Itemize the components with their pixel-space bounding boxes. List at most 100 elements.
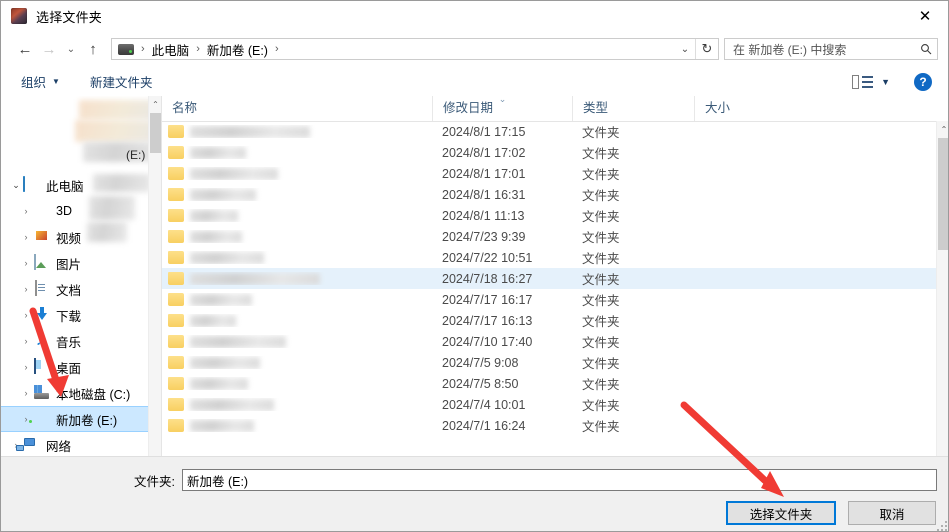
drive-icon bbox=[33, 411, 51, 427]
chevron-right-icon[interactable]: › bbox=[19, 232, 33, 242]
chevron-down-icon: ▼ bbox=[52, 77, 60, 86]
sidebar-item-6[interactable]: › ♪ 音乐 bbox=[1, 328, 148, 354]
folder-icon bbox=[168, 209, 184, 222]
column-header-name[interactable]: 名称 bbox=[162, 96, 432, 121]
column-header-date[interactable]: ⌄ 修改日期 bbox=[432, 96, 572, 121]
recent-locations-icon[interactable]: ⌄ bbox=[61, 37, 81, 61]
sidebar-item-5[interactable]: › 下载 bbox=[1, 302, 148, 328]
column-header-size[interactable]: 大小 bbox=[694, 96, 794, 121]
table-row[interactable]: 2024/7/10 17:40 文件夹 bbox=[162, 331, 936, 352]
redacted-file-name bbox=[190, 314, 236, 327]
chevron-right-icon[interactable]: › bbox=[19, 362, 33, 372]
table-row[interactable]: 2024/7/22 10:51 文件夹 bbox=[162, 247, 936, 268]
help-button[interactable]: ? bbox=[914, 72, 932, 91]
table-row[interactable]: 2024/8/1 16:31 文件夹 bbox=[162, 184, 936, 205]
cell-date: 2024/7/1 16:24 bbox=[442, 418, 526, 433]
select-folder-button[interactable]: 选择文件夹 bbox=[726, 501, 836, 525]
redacted-file-name bbox=[190, 209, 238, 222]
sidebar-item-8[interactable]: › 本地磁盘 (C:) bbox=[1, 380, 148, 406]
sidebar-item-10[interactable]: › 网络 bbox=[1, 432, 148, 456]
redacted-file-name bbox=[190, 419, 254, 432]
back-icon[interactable]: ← bbox=[13, 37, 37, 61]
cell-date: 2024/7/10 17:40 bbox=[442, 334, 533, 349]
select-folder-dialog: 选择文件夹 ✕ ← → ⌄ ↑ › 此电脑 › 新加卷 (E:) › ⌄ ↻ 在… bbox=[0, 0, 949, 532]
breadcrumb-separator-2[interactable]: › bbox=[275, 43, 279, 55]
close-icon[interactable]: ✕ bbox=[902, 1, 948, 31]
address-bar[interactable]: › 此电脑 › 新加卷 (E:) › ⌄ ↻ bbox=[111, 38, 719, 60]
chevron-right-icon[interactable]: › bbox=[19, 336, 33, 346]
chevron-right-icon[interactable]: › bbox=[19, 258, 33, 268]
chevron-down-icon[interactable]: ⌄ bbox=[9, 180, 23, 191]
table-row[interactable]: 2024/7/23 9:39 文件夹 bbox=[162, 226, 936, 247]
table-row[interactable]: 2024/7/1 16:24 文件夹 bbox=[162, 415, 936, 436]
redacted-file-name bbox=[190, 335, 286, 348]
file-scroll-thumb[interactable] bbox=[938, 138, 948, 250]
table-row[interactable]: 2024/8/1 17:01 文件夹 bbox=[162, 163, 936, 184]
sidebar-item-4[interactable]: › 文档 bbox=[1, 276, 148, 302]
folder-icon bbox=[168, 356, 184, 369]
cancel-button[interactable]: 取消 bbox=[848, 501, 936, 525]
search-glyph bbox=[921, 44, 932, 55]
redacted-file-name bbox=[190, 356, 260, 369]
table-row[interactable]: 2024/7/5 8:50 文件夹 bbox=[162, 373, 936, 394]
file-scroll-up-icon[interactable]: ⌃ bbox=[937, 121, 948, 138]
refresh-icon[interactable]: ↻ bbox=[695, 39, 718, 59]
table-row[interactable]: 2024/8/1 17:15 文件夹 bbox=[162, 121, 936, 142]
table-row[interactable]: 2024/7/4 10:01 文件夹 bbox=[162, 394, 936, 415]
search-box[interactable]: 在 新加卷 (E:) 中搜索 bbox=[724, 38, 938, 60]
chevron-right-icon[interactable]: › bbox=[19, 206, 33, 216]
view-mode-chevron-down-icon[interactable]: ▼ bbox=[881, 77, 890, 87]
chevron-right-icon[interactable]: › bbox=[19, 284, 33, 294]
sidebar-item-7[interactable]: › 桌面 bbox=[1, 354, 148, 380]
sidebar-scroll-up-icon[interactable]: ⌃ bbox=[149, 96, 161, 112]
organize-label: 组织 bbox=[21, 76, 47, 90]
chevron-right-icon[interactable]: › bbox=[19, 310, 33, 320]
table-row[interactable]: 2024/7/17 16:13 文件夹 bbox=[162, 310, 936, 331]
desktop-icon-glyph bbox=[34, 358, 36, 374]
sidebar-item-label: 图片 bbox=[56, 257, 82, 272]
breadcrumb-separator-1: › bbox=[196, 43, 200, 55]
sidebar-item-label: 新加卷 (E:) bbox=[56, 413, 118, 428]
chevron-right-icon[interactable]: › bbox=[19, 388, 33, 398]
cell-name bbox=[162, 335, 432, 348]
cell-date: 2024/8/1 17:01 bbox=[442, 166, 526, 181]
cell-date: 2024/8/1 17:15 bbox=[442, 124, 526, 139]
up-icon[interactable]: ↑ bbox=[81, 37, 105, 61]
search-icon bbox=[915, 43, 937, 55]
music-icon: ♪ bbox=[33, 333, 51, 349]
sidebar-item-9[interactable]: › 新加卷 (E:) bbox=[1, 406, 148, 432]
breadcrumb-this-pc[interactable]: 此电脑 bbox=[152, 40, 190, 59]
table-row[interactable]: 2024/7/18 16:27 文件夹 bbox=[162, 268, 936, 289]
sidebar-item-3[interactable]: › 图片 bbox=[1, 250, 148, 276]
column-header-type[interactable]: 类型 bbox=[572, 96, 694, 121]
navigation-bar: ← → ⌄ ↑ › 此电脑 › 新加卷 (E:) › ⌄ ↻ 在 新加卷 (E:… bbox=[1, 31, 948, 67]
folder-input[interactable]: 新加卷 (E:) bbox=[181, 469, 937, 491]
cell-date: 2024/8/1 17:02 bbox=[442, 145, 526, 160]
sidebar-item-label: 此电脑 bbox=[46, 179, 84, 194]
table-row[interactable]: 2024/8/1 17:02 文件夹 bbox=[162, 142, 936, 163]
breadcrumb-drive-e[interactable]: 新加卷 (E:) bbox=[207, 40, 268, 59]
sidebar-item-label: 文档 bbox=[56, 283, 82, 298]
search-input[interactable]: 在 新加卷 (E:) 中搜索 bbox=[733, 41, 915, 58]
dialog-body: (E:) ⌄ 此电脑 › 3D › 视频 › 图片 › 文档 › 下载 › ♪ 音乐 › 桌面 › 本地磁盘 (C:… bbox=[1, 96, 948, 456]
sidebar-scrollbar[interactable]: ⌃ ⌄ bbox=[148, 96, 161, 456]
sidebar-scroll-thumb[interactable] bbox=[150, 113, 161, 153]
folder-icon bbox=[168, 335, 184, 348]
folder-icon bbox=[168, 146, 184, 159]
file-list-scrollbar[interactable]: ⌃ bbox=[936, 121, 948, 456]
table-row[interactable]: 2024/8/1 11:13 文件夹 bbox=[162, 205, 936, 226]
organize-button[interactable]: 组织 ▼ bbox=[17, 71, 64, 93]
folder-field-row: 文件夹: 新加卷 (E:) bbox=[1, 468, 948, 492]
chevron-down-icon[interactable]: ⌄ bbox=[675, 39, 695, 59]
view-mode-icon[interactable] bbox=[852, 74, 874, 90]
cell-name bbox=[162, 230, 432, 243]
cell-name bbox=[162, 356, 432, 369]
resize-grip[interactable] bbox=[935, 519, 947, 531]
pc-icon-glyph bbox=[23, 176, 25, 192]
pc-icon bbox=[23, 176, 41, 193]
new-folder-button[interactable]: 新建文件夹 bbox=[86, 71, 157, 93]
table-row[interactable]: 2024/7/17 16:17 文件夹 bbox=[162, 289, 936, 310]
cell-type: 文件夹 bbox=[582, 273, 620, 287]
table-row[interactable]: 2024/7/5 9:08 文件夹 bbox=[162, 352, 936, 373]
cell-date: 2024/7/17 16:17 bbox=[442, 292, 533, 307]
